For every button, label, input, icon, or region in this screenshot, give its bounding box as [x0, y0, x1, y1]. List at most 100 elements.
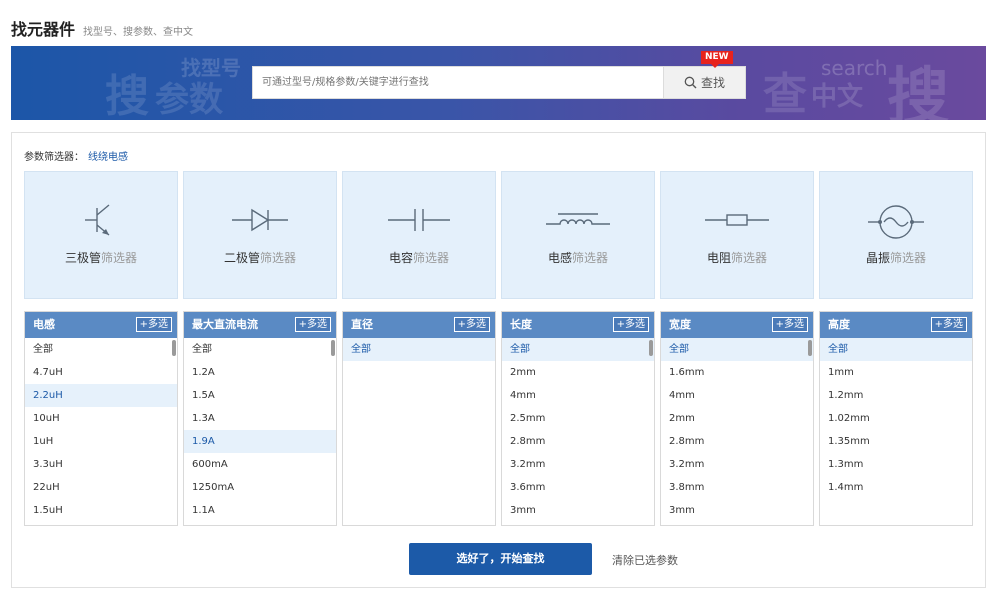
category-suffix: 筛选器: [890, 251, 927, 265]
search-box: 查找: [252, 66, 746, 99]
param-option[interactable]: 全部: [661, 338, 813, 361]
param-option[interactable]: 1.3mm: [820, 453, 972, 476]
multi-select-button[interactable]: +多选: [771, 317, 808, 332]
param-option[interactable]: 1.4mm: [820, 476, 972, 499]
start-search-button[interactable]: 选好了，开始查找: [409, 543, 592, 575]
param-option[interactable]: 1.9A: [184, 430, 336, 453]
scrollbar[interactable]: [172, 340, 176, 356]
param-column: 宽度 +多选 全部 1.6mm 4mm 2mm 2.8mm 3.2mm 3.8mm 3mm: [660, 311, 814, 526]
param-option[interactable]: 3mm: [661, 499, 813, 522]
new-badge: NEW: [701, 51, 733, 68]
current-filter-link[interactable]: 线绕电感: [88, 152, 128, 163]
param-option[interactable]: 1.3A: [184, 407, 336, 430]
param-option[interactable]: 1.5A: [184, 384, 336, 407]
param-option[interactable]: 3.8mm: [661, 476, 813, 499]
param-option[interactable]: 1250mA: [184, 476, 336, 499]
param-option[interactable]: 3.6mm: [502, 476, 654, 499]
param-option-list: 全部 1.2A 1.5A 1.3A 1.9A 600mA 1250mA 1.1A: [184, 338, 336, 522]
category-name: 电感: [547, 251, 572, 265]
param-option[interactable]: 600mA: [184, 453, 336, 476]
page-subtitle: 找型号、搜参数、查中文: [83, 27, 194, 38]
param-option[interactable]: 1.35mm: [820, 430, 972, 453]
multi-select-button[interactable]: +多选: [294, 317, 331, 332]
filter-label: 参数筛选器：: [24, 152, 84, 163]
scrollbar[interactable]: [808, 340, 812, 356]
capacitor-icon: [388, 209, 450, 231]
param-option-list: 全部 1mm 1.2mm 1.02mm 1.35mm 1.3mm 1.4mm: [820, 338, 972, 499]
param-column-title: 直径: [351, 318, 373, 331]
param-column: 电感 +多选全部 4.7uH 2.2uH 10uH 1uH 3.3uH 22uH 1.5uH: [24, 311, 178, 526]
category-transistor[interactable]: 三极管筛选器: [24, 171, 178, 299]
param-option[interactable]: 全部: [343, 338, 495, 361]
param-option[interactable]: 全部: [502, 338, 654, 361]
clear-params-link[interactable]: 清除已选参数: [612, 552, 678, 568]
param-option[interactable]: 2.2uH: [25, 384, 177, 407]
parameter-columns: 电感 +多选 全部 4.7uH 2.2uH 10uH 1uH 3.3uH 22uH 1.5uH 最大…: [24, 311, 973, 526]
param-column-header: 宽度 +多选: [661, 312, 813, 338]
multi-select-button[interactable]: +多选: [612, 317, 649, 332]
param-option[interactable]: 2.8mm: [661, 430, 813, 453]
param-option[interactable]: 2mm: [502, 361, 654, 384]
resistor-icon: [705, 214, 769, 226]
page-header: 找元器件 找型号、搜参数、查中文: [11, 16, 193, 40]
param-option[interactable]: 1.6mm: [661, 361, 813, 384]
param-option[interactable]: 3.3uH: [25, 453, 177, 476]
param-option[interactable]: 1.1A: [184, 499, 336, 522]
param-option[interactable]: 1.5uH: [25, 499, 177, 522]
category-suffix: 筛选器: [413, 251, 450, 265]
param-column-title: 电感: [33, 318, 55, 331]
param-option[interactable]: 2.5mm: [502, 407, 654, 430]
param-option[interactable]: 2.8mm: [502, 430, 654, 453]
param-option[interactable]: 3.2mm: [661, 453, 813, 476]
multi-select-button[interactable]: +多选: [135, 317, 172, 332]
param-option[interactable]: 4mm: [661, 384, 813, 407]
param-option[interactable]: 1uH: [25, 430, 177, 453]
category-diode[interactable]: 二极管筛选器: [183, 171, 337, 299]
param-column-header: 最大直流电流 +多选: [184, 312, 336, 338]
category-name: 电阻: [706, 251, 731, 265]
category-crystal[interactable]: 晶振筛选器: [819, 171, 973, 299]
search-button-label: 查找: [700, 76, 725, 90]
category-capacitor[interactable]: 电容筛选器: [342, 171, 496, 299]
param-option[interactable]: 全部: [820, 338, 972, 361]
param-option[interactable]: 3.2mm: [502, 453, 654, 476]
scrollbar[interactable]: [331, 340, 335, 356]
param-option[interactable]: 3mm: [502, 499, 654, 522]
param-option-list: 全部: [343, 338, 495, 361]
param-option[interactable]: 1.2A: [184, 361, 336, 384]
category-name: 三极管: [64, 251, 101, 265]
param-option[interactable]: 1.2mm: [820, 384, 972, 407]
param-option[interactable]: 全部: [25, 338, 177, 361]
param-option[interactable]: 4mm: [502, 384, 654, 407]
param-column-title: 高度: [828, 318, 850, 331]
category-resistor[interactable]: 电阻筛选器: [660, 171, 814, 299]
banner-watermark-text: 中文: [811, 82, 864, 112]
multi-select-button[interactable]: +多选: [930, 317, 967, 332]
param-option[interactable]: 全部: [184, 338, 336, 361]
search-input[interactable]: [253, 67, 663, 98]
param-column-title: 最大直流电流: [192, 318, 258, 331]
param-option[interactable]: 4.7uH: [25, 361, 177, 384]
category-suffix: 筛选器: [731, 251, 768, 265]
param-column-header: 电感 +多选: [25, 312, 177, 338]
breadcrumb: 参数筛选器： 线绕电感: [24, 148, 128, 163]
multi-select-button[interactable]: +多选: [453, 317, 490, 332]
param-option-list: 全部 4.7uH 2.2uH 10uH 1uH 3.3uH 22uH 1.5uH: [25, 338, 177, 522]
category-name: 电容: [388, 251, 413, 265]
param-option[interactable]: 10uH: [25, 407, 177, 430]
param-column: 直径 +多选全部: [342, 311, 496, 526]
param-column-title: 长度: [510, 318, 532, 331]
category-suffix: 筛选器: [101, 251, 138, 265]
scrollbar[interactable]: [649, 340, 653, 356]
banner-watermark-text: 搜: [887, 60, 950, 120]
category-suffix: 筛选器: [260, 251, 297, 265]
param-column: 高度 +多选全部 1mm 1.2mm 1.02mm 1.35mm 1.3mm 1.4mm: [819, 311, 973, 526]
param-column-header: 高度 +多选: [820, 312, 972, 338]
param-column-header: 直径 +多选: [343, 312, 495, 338]
param-option[interactable]: 2mm: [661, 407, 813, 430]
search-button[interactable]: 查找: [663, 67, 745, 98]
param-option[interactable]: 1.02mm: [820, 407, 972, 430]
category-inductor[interactable]: 电感筛选器: [501, 171, 655, 299]
param-option[interactable]: 1mm: [820, 361, 972, 384]
param-option[interactable]: 22uH: [25, 476, 177, 499]
